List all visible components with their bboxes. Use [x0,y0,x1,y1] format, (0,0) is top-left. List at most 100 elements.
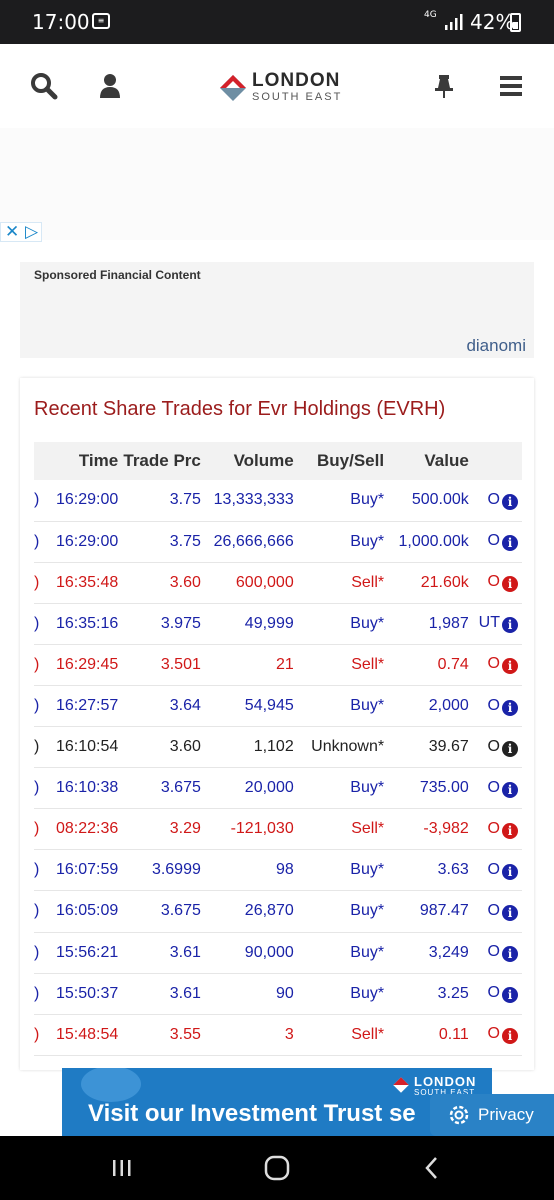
info-icon[interactable]: i [502,822,518,839]
home-icon[interactable] [264,1155,290,1181]
pin-icon[interactable] [430,72,458,100]
row-marker: ) [34,685,44,728]
trade-row: ) 16:05:09 3.675 26,870 Buy* 987.47 Oi [34,890,522,933]
trade-type-cell: Oi [470,932,522,974]
trade-value: 1,000.00k [386,521,471,563]
adchoices-icon[interactable]: ▷ [25,223,38,241]
lse-diamond-icon [220,75,246,101]
trade-volume: 13,333,333 [202,480,296,522]
trades-table: Time Trade Prc Volume Buy/Sell Value ) 16… [34,442,522,1056]
trade-time: 16:10:54 [43,726,121,769]
lse-logo[interactable]: LONDON SOUTH EAST [218,70,348,106]
info-icon[interactable]: i [502,946,518,963]
lse-diamond-icon [393,1077,409,1093]
col-price[interactable]: Trade Prc [120,442,203,480]
trade-price: 3.60 [120,726,203,769]
trade-time: 16:29:00 [43,480,121,522]
info-icon[interactable]: i [502,740,518,757]
trade-volume: 26,870 [202,890,296,933]
system-nav-bar [0,1136,554,1200]
trade-row: ) 15:48:54 3.55 3 Sell* 0.11 Oi [34,1014,522,1056]
info-icon[interactable]: i [502,863,518,880]
info-icon[interactable]: i [502,1028,518,1045]
search-icon[interactable] [30,72,58,100]
trade-type: O [487,984,500,1002]
col-value[interactable]: Value [386,442,471,480]
info-icon[interactable]: i [502,904,518,921]
battery-icon [510,13,521,32]
ad-controls: ✕ ▷ [0,222,42,242]
privacy-button[interactable]: Privacy [430,1094,554,1136]
trade-volume: 90,000 [202,932,296,974]
trade-price: 3.6999 [120,849,203,892]
trade-type-cell: Oi [470,562,522,604]
trade-type: O [487,655,500,673]
trade-price: 3.64 [120,685,203,728]
trade-volume: 3 [202,1014,296,1056]
trade-type: O [487,1025,500,1043]
ad-close-icon[interactable]: ✕ [5,223,19,241]
gear-icon [449,1105,469,1125]
info-icon[interactable]: i [502,781,518,798]
row-marker: ) [34,932,44,974]
recent-trades-panel: Recent Share Trades for Evr Holdings (EV… [20,378,534,1070]
trade-value: 21.60k [386,562,471,604]
trades-title: Recent Share Trades for Evr Holdings (EV… [34,398,446,420]
trade-time: 16:29:00 [43,521,121,563]
trade-volume: 54,945 [202,685,296,728]
trade-value: 3.25 [386,973,471,1015]
ad-area [0,128,554,240]
recent-apps-icon[interactable] [110,1158,134,1178]
notification-icon: ≡ [92,13,110,29]
back-icon[interactable] [422,1156,442,1180]
info-icon[interactable]: i [502,535,518,552]
trade-volume: 600,000 [202,562,296,604]
trade-row: ) 16:29:45 3.501 21 Sell* 0.74 Oi [34,644,522,686]
trade-buysell: Unknown* [295,726,387,769]
trade-time: 16:35:48 [43,562,121,604]
trade-row: ) 15:56:21 3.61 90,000 Buy* 3,249 Oi [34,932,522,974]
trade-buysell: Buy* [295,480,387,522]
trade-value: 0.74 [386,644,471,686]
trade-buysell: Sell* [295,644,387,686]
sponsored-content[interactable]: Sponsored Financial Content dianomi [20,262,534,358]
menu-icon[interactable] [498,72,526,100]
trade-time: 16:27:57 [43,685,121,728]
info-icon[interactable]: i [502,987,518,1004]
trade-time: 16:10:38 [43,767,121,810]
info-icon[interactable]: i [502,617,518,634]
trade-price: 3.55 [120,1014,203,1056]
row-marker: ) [34,1014,44,1056]
trade-buysell: Sell* [295,1014,387,1056]
trade-price: 3.975 [120,603,203,645]
banner-logo-name: LONDON [414,1074,477,1089]
info-icon[interactable]: i [502,576,518,593]
info-icon[interactable]: i [502,699,518,716]
dianomi-brand[interactable]: dianomi [466,336,526,356]
trade-buysell: Buy* [295,849,387,892]
info-icon[interactable]: i [502,493,518,510]
trade-time: 16:29:45 [43,644,121,686]
trade-type-cell: Oi [470,480,522,522]
trade-buysell: Buy* [295,603,387,645]
trade-type: O [487,778,500,796]
info-icon[interactable]: i [502,658,518,675]
user-icon[interactable] [96,72,124,100]
battery-percent: 42% [470,10,515,34]
trade-row: ) 16:29:00 3.75 13,333,333 Buy* 500.00k Oi [34,480,522,522]
trade-row: ) 16:29:00 3.75 26,666,666 Buy* 1,000.00k Oi [34,521,522,563]
investment-trust-banner[interactable]: LONDON SOUTH EAST Visit our Investment T… [62,1068,492,1136]
col-buysell[interactable]: Buy/Sell [295,442,387,480]
trade-price: 3.60 [120,562,203,604]
trade-type: O [487,737,500,755]
trade-buysell: Sell* [295,808,387,851]
trade-volume: 98 [202,849,296,892]
row-marker: ) [34,480,44,522]
row-marker: ) [34,726,44,769]
trade-row: ) 16:07:59 3.6999 98 Buy* 3.63 Oi [34,849,522,892]
trade-type-cell: Oi [470,1014,522,1056]
col-volume[interactable]: Volume [202,442,296,480]
trade-price: 3.75 [120,521,203,563]
col-time[interactable]: Time [43,442,121,480]
row-marker: ) [34,562,44,604]
